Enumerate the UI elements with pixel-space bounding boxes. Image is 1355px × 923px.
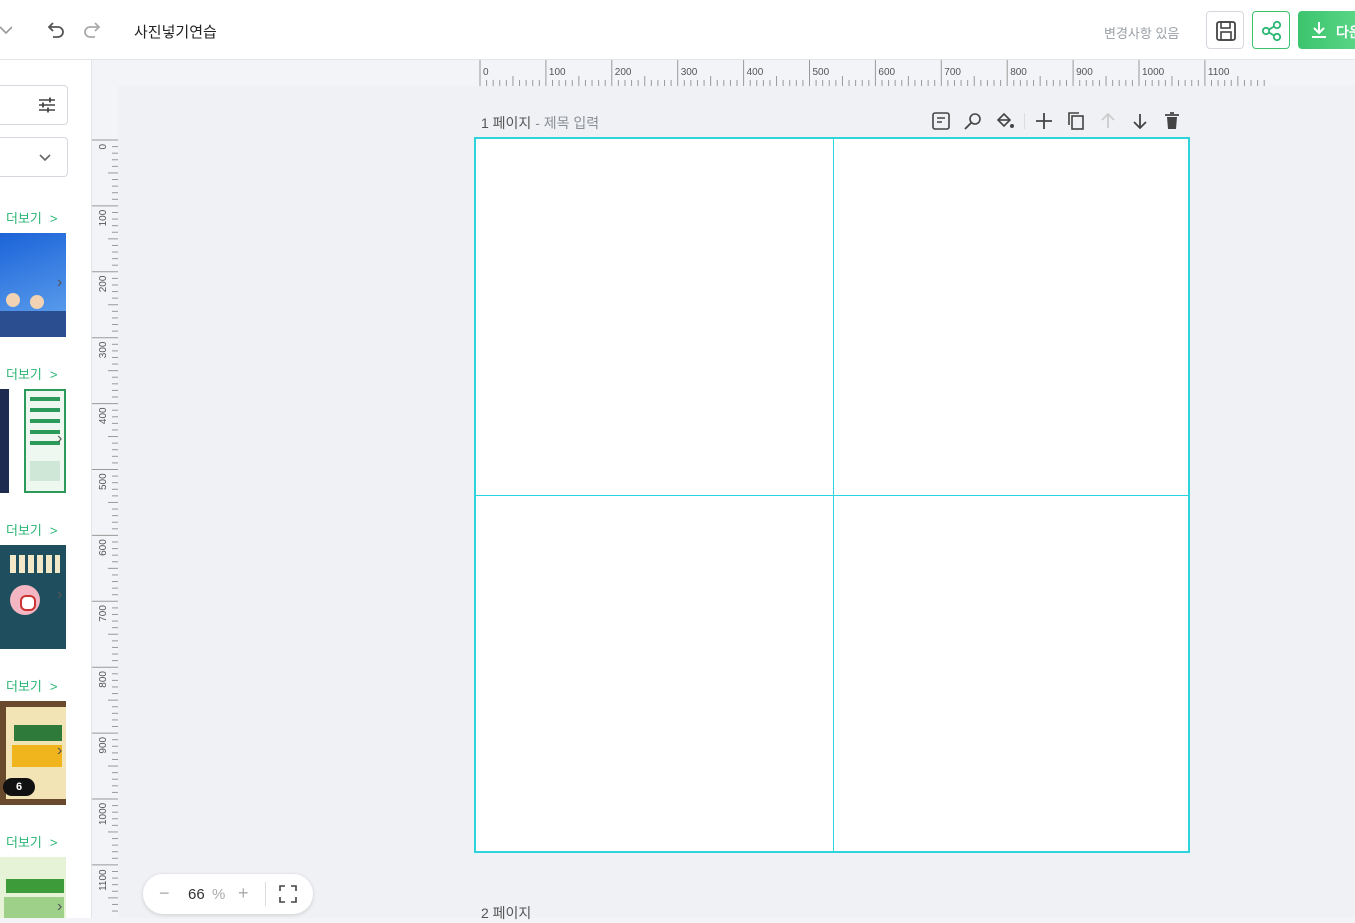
more-link[interactable]: 더보기 > bbox=[6, 676, 57, 695]
ruler-label: 200 bbox=[98, 275, 109, 292]
chevron-right-icon[interactable]: › bbox=[57, 274, 62, 292]
ruler-label: 900 bbox=[98, 736, 109, 753]
download-icon bbox=[1312, 22, 1326, 38]
ruler-label: 600 bbox=[878, 67, 895, 78]
ruler-label: 1000 bbox=[1142, 67, 1165, 78]
page-title-input[interactable]: - 제목 입력 bbox=[535, 115, 599, 131]
filter-settings-icon bbox=[39, 97, 55, 113]
download-button[interactable]: 다운 bbox=[1298, 11, 1355, 49]
zoom-unit: % bbox=[212, 886, 226, 903]
move-down-icon[interactable] bbox=[1129, 110, 1151, 132]
zoom-value[interactable]: 66 bbox=[188, 886, 205, 903]
ruler-label: 500 bbox=[813, 67, 830, 78]
ruler-label: 700 bbox=[98, 605, 109, 622]
redo-icon[interactable] bbox=[82, 19, 104, 41]
ruler-label: 900 bbox=[1076, 67, 1093, 78]
ruler-label: 500 bbox=[98, 473, 109, 490]
document-title[interactable]: 사진넣기연습 bbox=[134, 21, 217, 42]
ruler-label: 1000 bbox=[98, 802, 109, 825]
chevron-down-icon bbox=[39, 154, 51, 162]
page-number: 1 페이지 bbox=[481, 115, 532, 131]
ruler-label: 400 bbox=[747, 67, 764, 78]
template-thumbnail[interactable] bbox=[0, 389, 9, 493]
ruler-label: 0 bbox=[483, 67, 489, 78]
ruler-label: 1100 bbox=[98, 869, 109, 891]
ruler-label: 0 bbox=[98, 144, 109, 150]
move-up-icon[interactable] bbox=[1097, 110, 1119, 132]
template-sidebar: 더보기 > › 더보기 > › 더보기 > › 더보기 > 6 › 더보기 > … bbox=[0, 60, 92, 918]
duplicate-page-icon[interactable] bbox=[1065, 110, 1087, 132]
chevron-right-icon[interactable]: › bbox=[57, 586, 62, 604]
ruler-label: 100 bbox=[549, 67, 566, 78]
more-link[interactable]: 더보기 > bbox=[6, 832, 57, 851]
design-page[interactable] bbox=[474, 137, 1190, 853]
ruler-label: 600 bbox=[98, 539, 109, 556]
memo-icon[interactable] bbox=[930, 110, 952, 132]
ruler-label: 1100 bbox=[1208, 67, 1230, 78]
ruler-label: 800 bbox=[1010, 67, 1027, 78]
undo-icon[interactable] bbox=[44, 19, 66, 41]
ruler-label: 100 bbox=[98, 209, 109, 226]
share-button[interactable] bbox=[1252, 11, 1290, 49]
chevron-right-icon[interactable]: › bbox=[57, 742, 62, 760]
fill-color-icon[interactable] bbox=[994, 110, 1016, 132]
chevron-down-icon[interactable] bbox=[0, 20, 14, 40]
ruler-label: 800 bbox=[98, 671, 109, 688]
more-link[interactable]: 더보기 > bbox=[6, 364, 57, 383]
ruler-label: 300 bbox=[681, 67, 698, 78]
divider bbox=[265, 882, 266, 906]
page2-title[interactable]: 2 페이지 bbox=[481, 903, 531, 923]
ruler-label: 400 bbox=[98, 407, 109, 424]
zoom-in-button[interactable]: + bbox=[238, 883, 249, 904]
vertical-ruler: 0 100 200 300 400 500 600 700 800 900 1000 1100 bbox=[92, 139, 118, 912]
category-select[interactable] bbox=[0, 137, 68, 177]
share-icon bbox=[1261, 20, 1282, 42]
chevron-right-icon[interactable]: › bbox=[57, 898, 62, 916]
ruler-label: 700 bbox=[944, 67, 961, 78]
top-bar: 사진넣기연습 변경사항 있음 다운 bbox=[0, 0, 1355, 60]
download-label: 다운 bbox=[1336, 24, 1355, 40]
save-status: 변경사항 있음 bbox=[1104, 26, 1180, 41]
chevron-right-icon[interactable]: › bbox=[57, 430, 62, 448]
save-icon bbox=[1216, 21, 1236, 41]
zoom-out-button[interactable]: − bbox=[159, 883, 170, 904]
ruler-label: 200 bbox=[615, 67, 632, 78]
delete-page-icon[interactable] bbox=[1161, 110, 1183, 132]
search-filter-box[interactable] bbox=[0, 85, 68, 125]
zoom-control: − 66 % + bbox=[143, 874, 313, 914]
page-title[interactable]: 1 페이지 - 제목 입력 bbox=[481, 113, 599, 133]
more-link[interactable]: 더보기 > bbox=[6, 520, 57, 539]
magic-search-icon[interactable] bbox=[962, 110, 984, 132]
ruler-label: 300 bbox=[98, 341, 109, 358]
page-count-badge: 6 bbox=[3, 778, 35, 796]
add-page-icon[interactable] bbox=[1033, 110, 1055, 132]
fullscreen-icon[interactable] bbox=[279, 885, 297, 908]
save-button[interactable] bbox=[1206, 11, 1244, 49]
horizontal-ruler: 0 100 200 300 400 500 600 700 800 900 1000 1100 bbox=[479, 60, 1265, 86]
more-link[interactable]: 더보기 > bbox=[6, 208, 57, 227]
grid-guide-horizontal bbox=[476, 495, 1188, 496]
